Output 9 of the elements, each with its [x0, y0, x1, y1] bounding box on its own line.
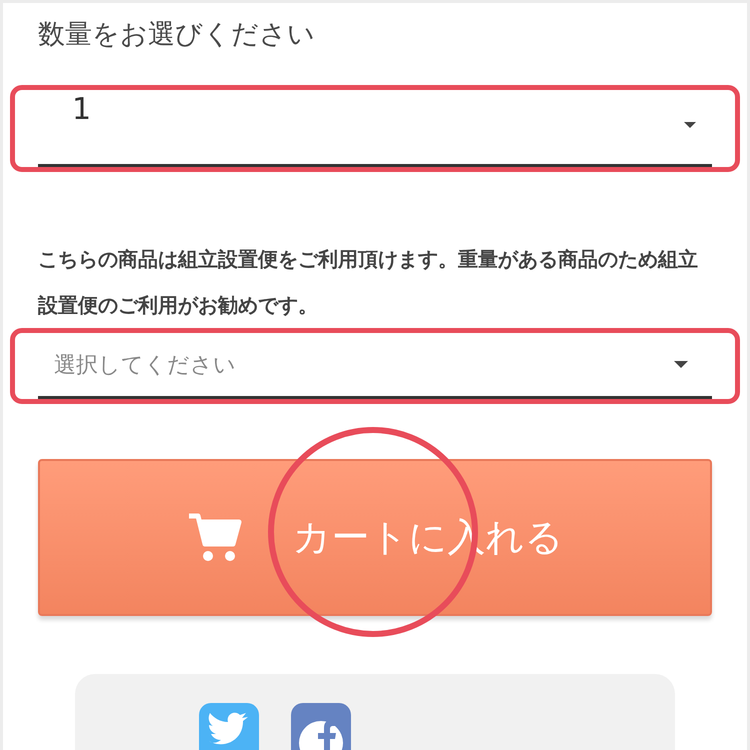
quantity-select[interactable]: 1 — [38, 90, 712, 167]
bird-icon[interactable] — [199, 703, 259, 750]
caret-icon — [674, 361, 688, 368]
delivery-select[interactable]: 選択してください — [38, 333, 712, 399]
caret-icon — [684, 122, 696, 128]
section-heading: 数量をお選びください — [37, 18, 316, 52]
facebook-icon[interactable] — [291, 703, 351, 750]
delivery-note: こちらの商品は組立設置便をご利用頂けます。重量がある商品のため組立設置便のご利用がお勧めです。 — [38, 246, 699, 319]
cart-icon — [186, 512, 242, 564]
